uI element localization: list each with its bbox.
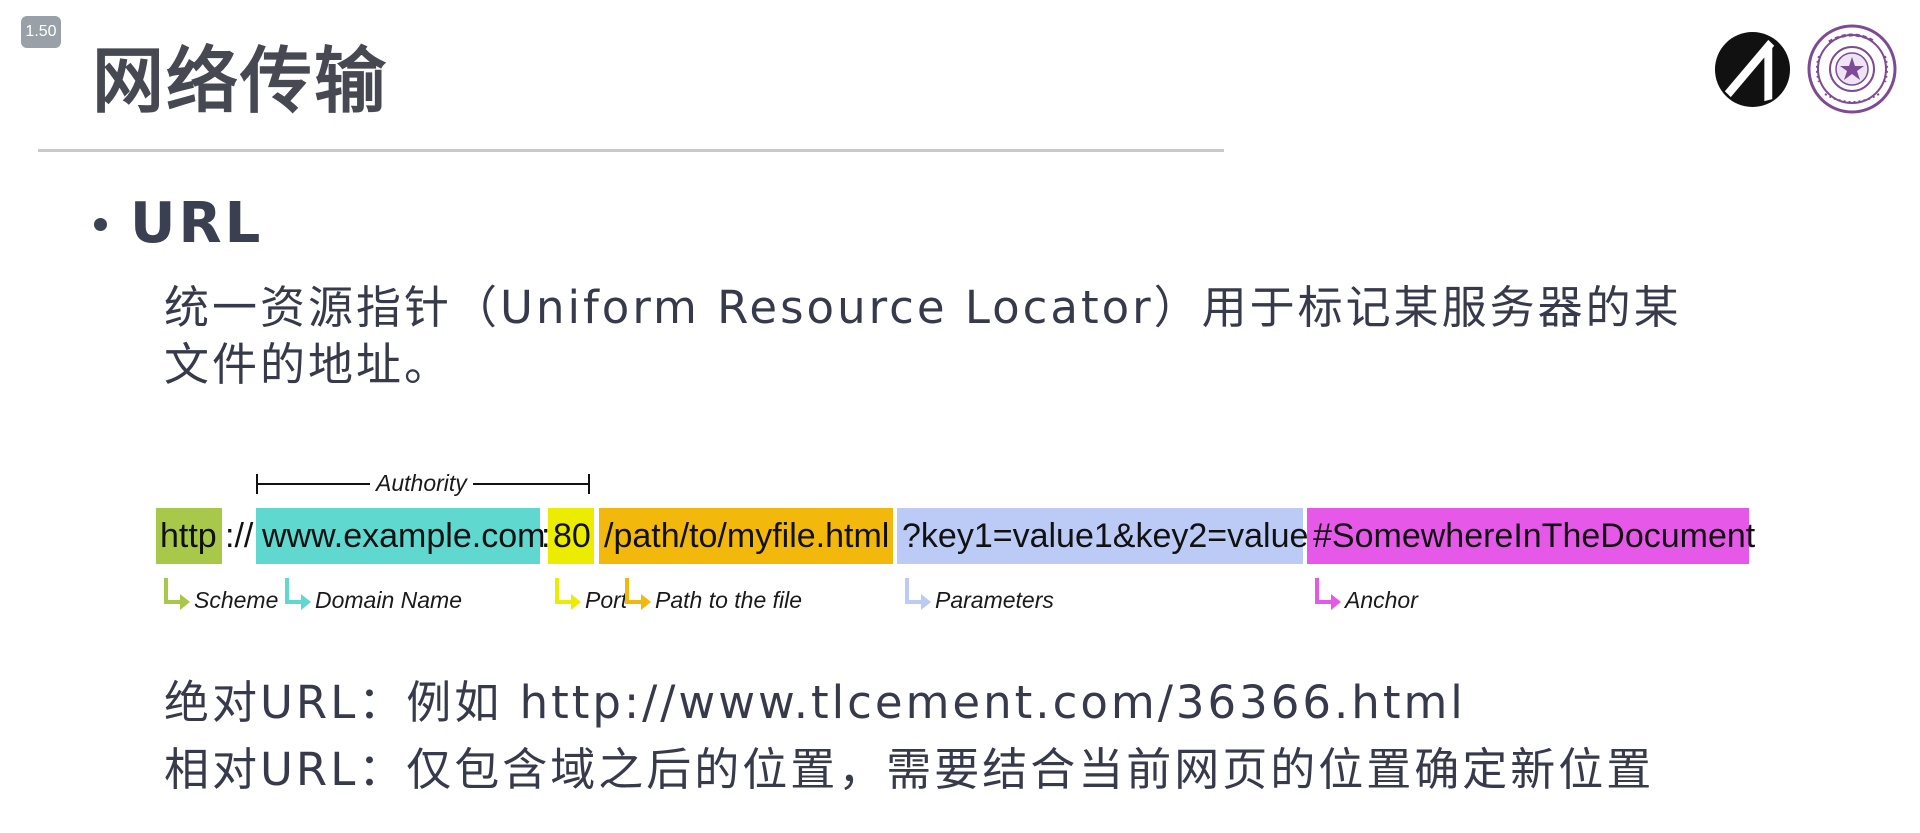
domain-label: Domain Name bbox=[315, 587, 462, 613]
url-bullet: URL bbox=[94, 193, 263, 255]
definition-line-2: 文件的地址。 bbox=[164, 338, 453, 391]
scheme-label: Scheme bbox=[194, 587, 279, 613]
definition-line-1: 统一资源指针（Uniform Resource Locator）用于标记某服务器… bbox=[164, 281, 1682, 334]
callout-stem bbox=[625, 578, 629, 602]
url-separator-text: :// bbox=[225, 516, 254, 555]
playback-speed-label: 1.50 bbox=[25, 23, 57, 40]
callout-arrow-icon bbox=[921, 594, 931, 610]
parameters-label: Parameters bbox=[935, 587, 1054, 613]
url-separator: :// bbox=[223, 508, 253, 564]
authority-label: Authority bbox=[370, 469, 473, 497]
url-segment-port: 80 bbox=[548, 508, 594, 564]
absolute-url-example: 绝对URL：例如 http://www.tlcement.com/36366.h… bbox=[164, 676, 1466, 729]
university-seal-icon bbox=[1807, 24, 1897, 114]
authority-bracket-right bbox=[588, 474, 590, 494]
bullet-dot-icon bbox=[94, 217, 107, 231]
url-segment-parameters-text: ?key1=value1&key2=value2 bbox=[902, 516, 1328, 555]
title-divider bbox=[38, 149, 1224, 152]
bullet-heading: URL bbox=[130, 191, 264, 256]
url-segment-anchor: #SomewhereInTheDocument bbox=[1307, 508, 1755, 564]
callout-arrow-icon bbox=[641, 594, 651, 610]
callout-stem bbox=[164, 578, 168, 602]
relative-url-example: 相对URL：仅包含域之后的位置，需要结合当前网页的位置确定新位置 bbox=[164, 743, 1655, 796]
callout-stem bbox=[1315, 578, 1319, 602]
slide-title: 网络传输 bbox=[92, 39, 389, 123]
url-segment-path: /path/to/myfile.html bbox=[599, 508, 893, 564]
url-segment-domain: www.example.com bbox=[256, 508, 545, 564]
slash-circle-logo-icon bbox=[1714, 31, 1791, 108]
url-segment-scheme-text: http bbox=[160, 516, 217, 555]
callout-stem bbox=[905, 578, 909, 602]
url-segment-domain-text: www.example.com bbox=[262, 516, 546, 555]
callout-stem bbox=[555, 578, 559, 602]
anchor-label: Anchor bbox=[1345, 587, 1418, 613]
port-label: Port bbox=[585, 587, 628, 613]
callout-arrow-icon bbox=[301, 594, 311, 610]
callout-arrow-icon bbox=[180, 594, 190, 610]
callout-stem bbox=[285, 578, 289, 602]
url-segment-scheme: http bbox=[156, 508, 222, 564]
playback-speed-badge[interactable]: 1.50 bbox=[21, 16, 61, 48]
callout-arrow-icon bbox=[571, 594, 581, 610]
url-segment-anchor-text: #SomewhereInTheDocument bbox=[1313, 516, 1756, 555]
url-segment-port-text: 80 bbox=[553, 516, 591, 555]
callout-arrow-icon bbox=[1331, 594, 1341, 610]
path-label: Path to the file bbox=[655, 587, 803, 613]
url-segment-path-text: /path/to/myfile.html bbox=[604, 516, 890, 555]
url-anatomy-diagram: Authority http :// www.example.com : 80 … bbox=[150, 460, 1770, 640]
url-segment-parameters: ?key1=value1&key2=value2 bbox=[897, 508, 1327, 564]
